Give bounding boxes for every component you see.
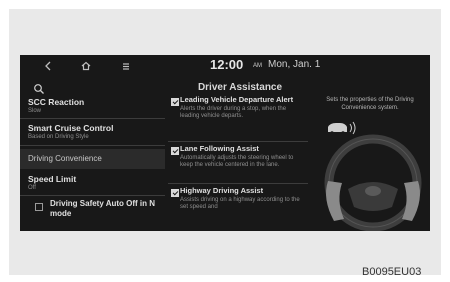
menu-item-smart-cruise-control[interactable]: Smart Cruise Control Based on Driving St… — [28, 123, 163, 140]
divider — [20, 145, 165, 146]
clock: 12:00 — [210, 57, 244, 72]
option-description: Automatically adjusts the steering wheel… — [180, 154, 294, 168]
menu-item-label: Smart Cruise Control — [28, 123, 114, 133]
option-checkbox[interactable] — [171, 189, 179, 197]
page-title: Driver Assistance — [197, 82, 283, 93]
date-label: Mon, Jan. 1 — [268, 59, 321, 70]
divider — [20, 195, 165, 196]
option-title: Lane Following Assist — [180, 144, 259, 153]
car-front-icon — [328, 121, 356, 135]
divider — [20, 118, 165, 119]
home-icon[interactable] — [78, 58, 94, 74]
option-title: Leading Vehicle Departure Alert — [180, 95, 294, 104]
option-leading-vehicle-departure-alert[interactable]: Leading Vehicle Departure Alert Alerts t… — [180, 95, 305, 120]
option-title: Highway Driving Assist — [180, 186, 264, 195]
divider — [168, 183, 308, 184]
option-highway-driving-assist[interactable]: Highway Driving Assist Assists driving o… — [180, 186, 305, 211]
menu-item-driving-convenience[interactable]: Driving Convenience — [20, 149, 165, 169]
option-checkbox[interactable] — [171, 147, 179, 155]
am-pm-indicator: AM — [253, 63, 262, 69]
menu-item-scc-reaction[interactable]: SCC Reaction Slow — [28, 97, 163, 114]
menu-icon[interactable] — [118, 58, 134, 74]
info-hint: Sets the properties of the Driving Conve… — [326, 97, 414, 111]
status-bar: 12:00 AM Mon, Jan. 1 — [20, 55, 430, 77]
menu-item-value: Based on Driving Style — [28, 134, 89, 140]
menu-item-value: Off — [28, 185, 36, 191]
option-description: Assists driving on a highway according t… — [180, 196, 300, 210]
option-description: Alerts the driver during a stop, when th… — [180, 105, 287, 119]
safety-auto-off-checkbox[interactable] — [35, 203, 43, 211]
steering-wheel-illustration — [324, 121, 422, 231]
menu-item-label: Speed Limit — [28, 174, 77, 184]
settings-menu: SCC Reaction Slow Smart Cruise Control B… — [20, 95, 165, 231]
safety-auto-off-label: Driving Safety Auto Off in N mode — [50, 199, 156, 218]
divider — [168, 141, 308, 142]
section-label: Driving Convenience — [28, 154, 102, 163]
infotainment-screen: 12:00 AM Mon, Jan. 1 Driver Assistance S… — [20, 55, 430, 231]
back-arrow-icon[interactable] — [40, 58, 56, 74]
menu-item-value: Slow — [28, 108, 42, 114]
figure-code: B0095EU03 — [362, 266, 422, 278]
info-panel: Sets the properties of the Driving Conve… — [310, 95, 430, 231]
option-checkbox[interactable] — [171, 98, 179, 106]
option-lane-following-assist[interactable]: Lane Following Assist Automatically adju… — [180, 144, 305, 169]
search-icon[interactable] — [33, 82, 45, 94]
menu-item-label: SCC Reaction — [28, 97, 85, 107]
options-list: Leading Vehicle Departure Alert Alerts t… — [168, 95, 308, 231]
menu-item-speed-limit[interactable]: Speed Limit Off — [28, 174, 163, 191]
